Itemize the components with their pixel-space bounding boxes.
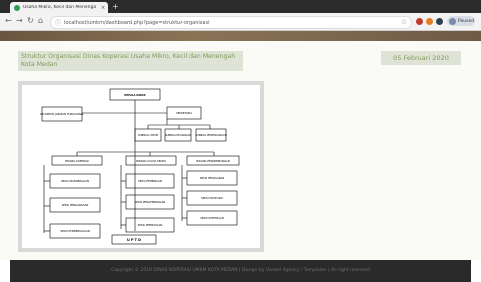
bookmark-star-icon[interactable]: ☆ <box>401 18 407 26</box>
org-subbag-label: SUBBAG KEUANGAN <box>165 133 191 137</box>
footer-copyright: Copyright © 2019 DINAS KOPERASI UMKM KOT… <box>111 268 370 273</box>
extension-red-icon[interactable] <box>416 18 423 25</box>
extension-dark-icon[interactable] <box>436 18 443 25</box>
org-seksi-label: SEKSI PEMBIAYAAN <box>138 223 163 227</box>
avatar <box>449 17 456 25</box>
header-banner <box>0 31 481 41</box>
reload-icon[interactable]: ↻ <box>27 16 34 26</box>
org-seksi-label: SEKSI PRODUKSI <box>201 196 223 200</box>
org-subbag-label: SUBBAG UMUM <box>138 133 158 137</box>
new-tab-button[interactable]: + <box>112 2 119 11</box>
org-seksi-label: SEKSI PEMBINAAN <box>138 179 162 183</box>
date-label: 05 Februari 2020 <box>393 54 449 62</box>
org-seksi-label: SEKSI PEMASARAN <box>200 176 224 180</box>
org-subbag-label: SUBBAG PERENCANAAN <box>195 133 226 137</box>
org-upt-label: U P T D <box>127 238 141 242</box>
back-arrow-icon[interactable]: ← <box>5 16 12 26</box>
forward-arrow-icon[interactable]: → <box>16 16 23 26</box>
org-left-group-label: KELOMPOK JABATAN FUNGSIONAL <box>40 112 84 116</box>
org-chart-frame: KEPALA DINAS KELOMPOK JABATAN FUNGSIONAL… <box>18 81 264 252</box>
url-text[interactable]: localhost/umkm/dashboard.php?page=strukt… <box>64 20 209 26</box>
profile-button[interactable]: Paused <box>447 16 475 26</box>
browser-toolbar: ← → ↻ ⌂ ⓘ localhost/umkm/dashboard.php?p… <box>0 13 481 31</box>
org-seksi-label: SEKSI PENGAWASAN <box>62 203 89 207</box>
profile-status-label: Paused <box>458 18 475 24</box>
org-seksi-label: SEKSI PEMBERDAYAAN <box>60 229 89 233</box>
org-bidang-label: BIDANG PENGEMBANGAN <box>196 159 229 163</box>
date-box: 05 Februari 2020 <box>381 51 461 65</box>
page-title: Struktur Organisasi Dinas Koperasi Usaha… <box>21 53 236 68</box>
org-secretary-label: SEKRETARIS <box>176 111 192 115</box>
org-chart-svg: KEPALA DINAS KELOMPOK JABATAN FUNGSIONAL… <box>40 88 240 245</box>
extension-orange-icon[interactable] <box>426 18 433 25</box>
page-title-box: Struktur Organisasi Dinas Koperasi Usaha… <box>18 51 243 71</box>
tab-close-icon[interactable]: × <box>101 5 105 11</box>
home-icon[interactable]: ⌂ <box>38 16 43 26</box>
footer: Copyright © 2019 DINAS KOPERASI UMKM KOT… <box>10 260 471 282</box>
site-info-icon[interactable]: ⓘ <box>55 18 61 27</box>
main-content: Struktur Organisasi Dinas Koperasi Usaha… <box>0 41 481 260</box>
org-chart-image: KEPALA DINAS KELOMPOK JABATAN FUNGSIONAL… <box>22 85 260 248</box>
browser-tab[interactable]: Usaha Mikro, Kecil dan Menenga × <box>10 2 108 13</box>
org-head-label: KEPALA DINAS <box>124 93 145 97</box>
org-bidang-label: BIDANG USAHA MIKRO <box>136 159 166 163</box>
browser-tab-bar: Usaha Mikro, Kecil dan Menenga × + <box>0 0 481 13</box>
org-bidang-label: BIDANG KOPERASI <box>65 159 89 163</box>
org-seksi-label: SEKSI PENGEMBANGAN <box>135 200 166 204</box>
site-favicon-icon <box>14 4 20 11</box>
address-bar[interactable]: ⓘ localhost/umkm/dashboard.php?page=stru… <box>50 16 412 29</box>
org-seksi-label: SEKSI KELEMBAGAAN <box>61 179 89 183</box>
org-seksi-label: SEKSI KEMITRAAN <box>200 216 223 220</box>
tab-title: Usaha Mikro, Kecil dan Menenga <box>23 5 97 10</box>
